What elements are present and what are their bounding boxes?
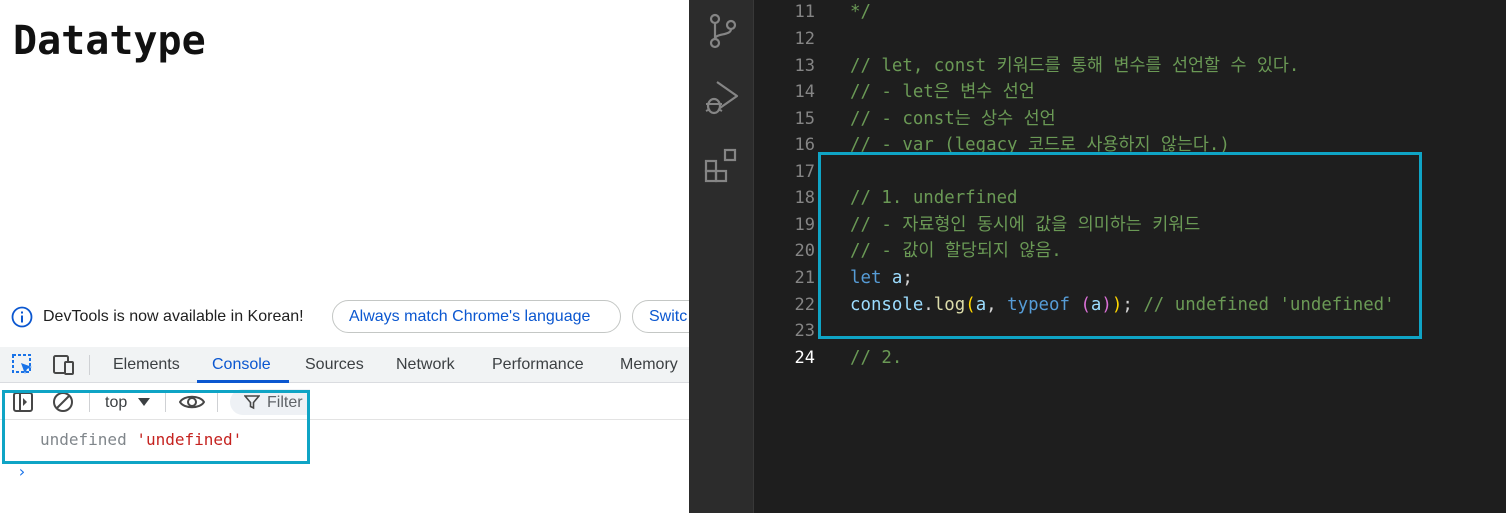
line-number: 15	[794, 109, 815, 129]
tab-sources[interactable]: Sources	[305, 356, 364, 374]
highlight-box-console-output	[2, 390, 310, 464]
info-icon	[11, 306, 33, 328]
activity-bar	[689, 0, 754, 513]
line-number-active: 24	[794, 348, 815, 368]
devtools-language-infobar: DevTools is now available in Korean! Alw…	[0, 298, 689, 336]
line-number: 13	[794, 56, 815, 76]
source-control-icon[interactable]	[703, 12, 741, 50]
code-line-13: // let, const 키워드를 통해 변수를 선언할 수 있다.	[850, 56, 1300, 76]
extensions-icon[interactable]	[703, 146, 741, 184]
code-line-24: // 2.	[850, 348, 903, 368]
highlight-box-code	[818, 152, 1422, 339]
tab-console[interactable]: Console	[212, 356, 271, 374]
device-toolbar-icon[interactable]	[51, 353, 75, 377]
tab-performance[interactable]: Performance	[492, 356, 584, 374]
tab-elements[interactable]: Elements	[113, 356, 180, 374]
tab-memory[interactable]: Memory	[620, 356, 678, 374]
line-number: 17	[794, 162, 815, 182]
line-number: 23	[794, 321, 815, 341]
line-number: 22	[794, 295, 815, 315]
line-number-gutter: 11 12 13 14 15 16 17 18 19 20 21 22 23 2…	[755, 0, 825, 513]
inspect-element-icon[interactable]	[11, 353, 35, 377]
code-line-11: */	[850, 2, 871, 22]
line-number: 11	[794, 2, 815, 22]
page-heading: Datatype	[13, 18, 206, 64]
browser-window: Datatype DevTools is now available in Ko…	[0, 0, 689, 513]
switch-language-button[interactable]: Switc	[632, 300, 689, 333]
line-number: 18	[794, 188, 815, 208]
run-debug-icon[interactable]	[703, 78, 741, 116]
code-line-14: // - let은 변수 선언	[850, 82, 1035, 102]
infobar-message: DevTools is now available in Korean!	[43, 308, 304, 325]
line-number: 20	[794, 241, 815, 261]
tab-network[interactable]: Network	[396, 356, 455, 374]
line-number: 21	[794, 268, 815, 288]
active-tab-indicator	[197, 380, 289, 383]
code-line-15: // - const는 상수 선언	[850, 109, 1056, 129]
line-number: 12	[794, 29, 815, 49]
console-prompt[interactable]: ›	[17, 462, 27, 481]
toolbar-divider	[89, 355, 90, 375]
line-number: 14	[794, 82, 815, 102]
devtools-tab-bar: Elements Console Sources Network Perform…	[0, 347, 689, 383]
always-match-language-button[interactable]: Always match Chrome's language	[332, 300, 621, 333]
line-number: 16	[794, 135, 815, 155]
line-number: 19	[794, 215, 815, 235]
